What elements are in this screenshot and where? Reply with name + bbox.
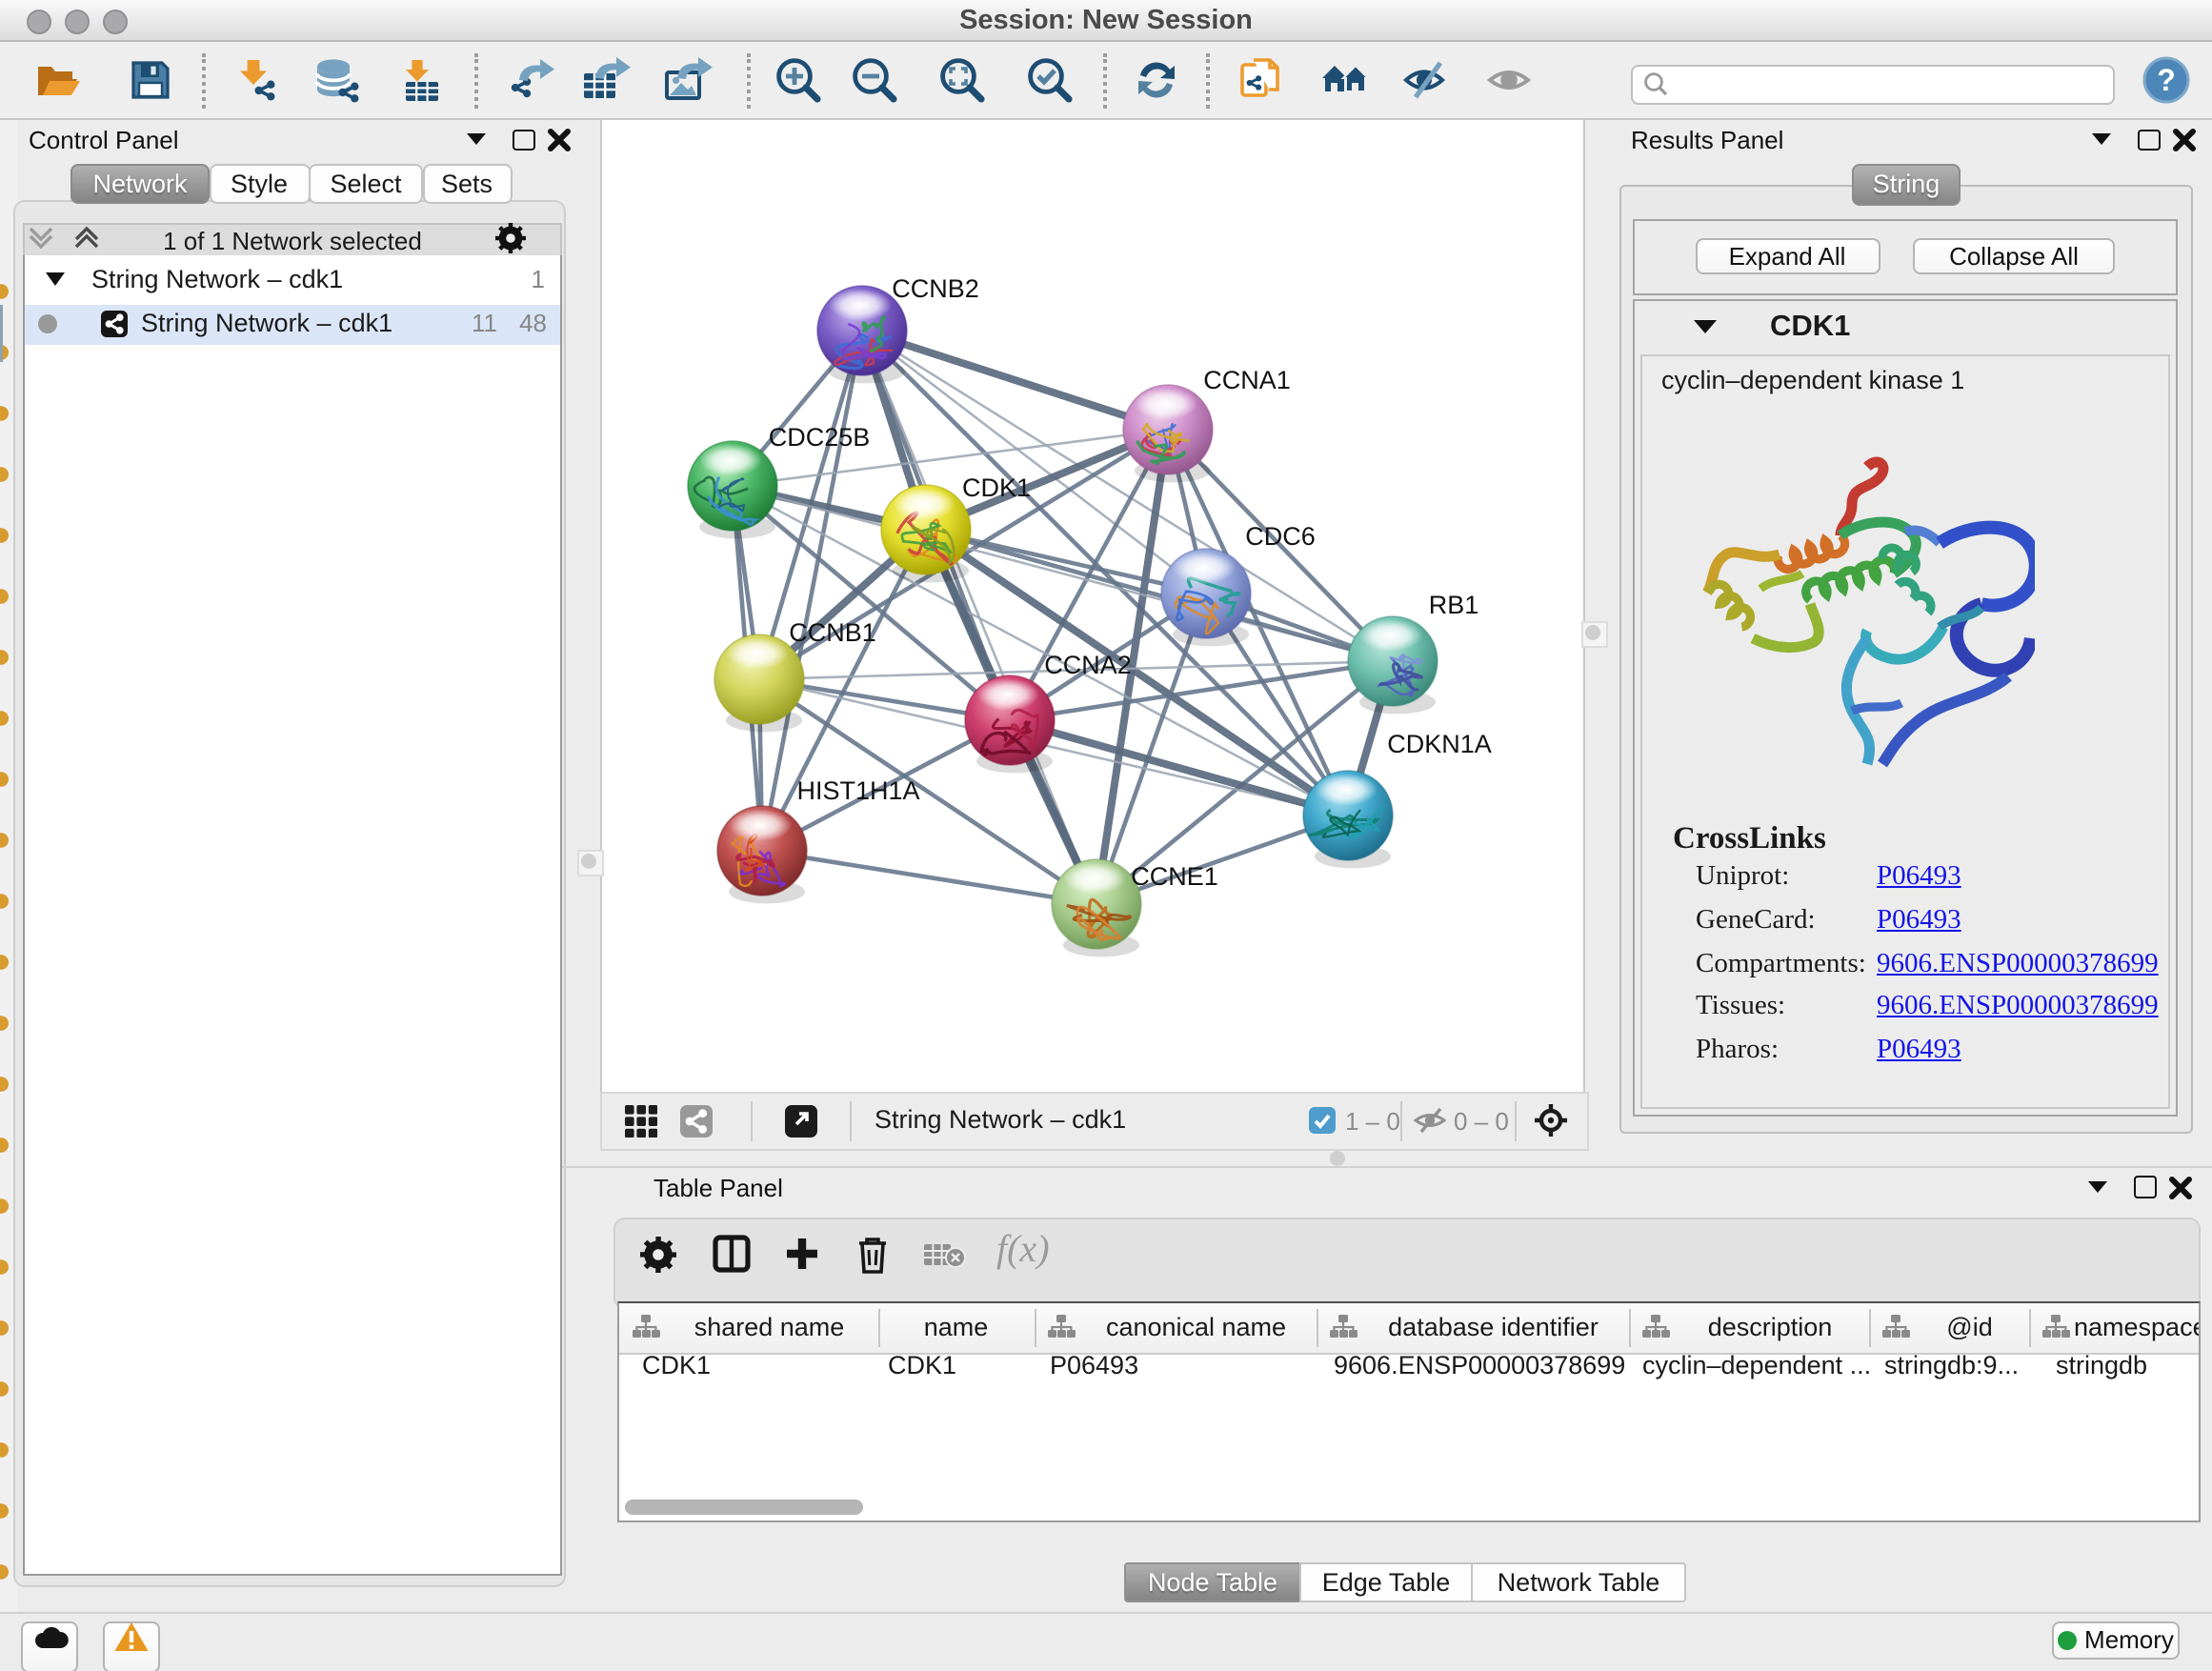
svg-text:CDC25B: CDC25B — [769, 423, 871, 452]
svg-text:CCNB1: CCNB1 — [789, 618, 876, 647]
svg-text:CDK1: CDK1 — [962, 473, 1031, 502]
svg-text:CCNB2: CCNB2 — [892, 274, 979, 303]
svg-text:CCNA1: CCNA1 — [1203, 366, 1291, 394]
svg-text:RB1: RB1 — [1429, 591, 1479, 619]
svg-text:CCNA2: CCNA2 — [1044, 651, 1132, 679]
svg-text:CDC6: CDC6 — [1245, 522, 1316, 551]
svg-text:CDKN1A: CDKN1A — [1387, 730, 1492, 758]
svg-text:?: ? — [2157, 63, 2176, 97]
svg-text:HIST1H1A: HIST1H1A — [796, 776, 919, 805]
svg-text:CCNE1: CCNE1 — [1131, 862, 1218, 891]
